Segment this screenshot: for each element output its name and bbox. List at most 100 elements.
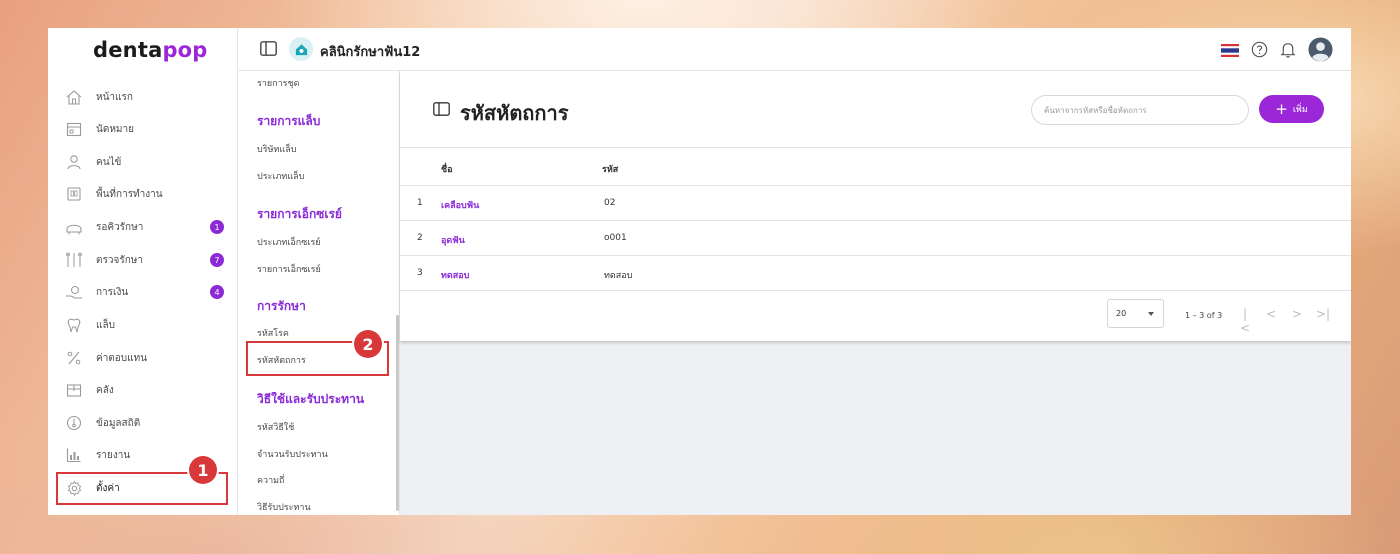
sidebar-item-label: คนไข้ — [96, 156, 122, 168]
procedure-code: 02 — [604, 198, 616, 208]
sidebar-toggle-icon[interactable] — [260, 41, 277, 60]
sidebar-item-label: คลัง — [96, 384, 114, 396]
row-index: 1 — [417, 198, 423, 208]
row-index: 3 — [417, 268, 423, 278]
sidebar-item-label: พื้นที่การทำงาน — [96, 188, 163, 200]
submenu-item-xray-type[interactable]: ประเภทเอ็กซเรย์ — [257, 235, 321, 249]
add-button-label: เพิ่ม — [1292, 105, 1308, 115]
sidebar-item-queue[interactable]: รอคิวรักษา 1 — [64, 213, 224, 241]
sidebar-item-label: แล็บ — [96, 319, 115, 331]
sidebar-item-workspace[interactable]: พื้นที่การทำงาน — [64, 180, 224, 208]
help-icon[interactable] — [1251, 41, 1268, 62]
logo-accent-text: pop — [162, 38, 208, 62]
procedure-name-link[interactable]: อุดฟัน — [441, 233, 465, 247]
dental-chair-icon — [64, 217, 84, 237]
report-icon — [64, 445, 84, 465]
statistics-icon — [64, 413, 84, 433]
sidebar-item-label: นัดหมาย — [96, 123, 134, 135]
sidebar-item-patients[interactable]: คนไข้ — [64, 148, 224, 176]
pagination-nav: |< < > >| — [1238, 307, 1330, 335]
sidebar-item-label: ข้อมูลสถิติ — [96, 417, 141, 429]
submenu-item-xray-list[interactable]: รายการเอ็กซเรย์ — [257, 262, 321, 276]
app-logo[interactable]: dentapop — [93, 38, 208, 62]
submenu-item-disease-codes[interactable]: รหัสโรค — [257, 326, 289, 340]
submenu-item-usage-codes[interactable]: รหัสวิธีใช้ — [257, 420, 294, 434]
procedure-code: o001 — [604, 233, 627, 243]
sidebar-item-label: ตรวจรักษา — [96, 254, 143, 266]
step-badge-1: 1 — [189, 456, 217, 484]
table-header: ชื่อ รหัส — [400, 147, 1351, 186]
next-page-icon[interactable]: > — [1290, 307, 1304, 335]
sidebar-item-label: การเงิน — [96, 286, 129, 298]
page-size-select[interactable]: 20 — [1107, 299, 1164, 328]
sidebar-item-label: รายงาน — [96, 449, 131, 461]
dental-tools-icon — [64, 250, 84, 270]
panel-icon — [433, 101, 450, 120]
table-row[interactable]: 3 ทดสอบ ทดสอบ — [400, 256, 1351, 291]
avatar[interactable] — [1308, 37, 1333, 66]
row-index: 2 — [417, 233, 423, 243]
sidebar-item-label: ค่าตอบแทน — [96, 352, 148, 364]
add-button[interactable]: + เพิ่ม — [1259, 95, 1324, 123]
first-page-icon[interactable]: |< — [1238, 307, 1252, 335]
sidebar-item-examination[interactable]: ตรวจรักษา 7 — [64, 246, 224, 274]
count-badge: 4 — [210, 285, 224, 299]
sidebar-item-statistics[interactable]: ข้อมูลสถิติ — [64, 409, 224, 437]
payment-icon — [64, 282, 84, 302]
submenu-heading-treatment: การรักษา — [257, 299, 306, 313]
procedure-name-link[interactable]: เคลือบฟัน — [441, 198, 479, 212]
sidebar-item-appointments[interactable]: นัดหมาย — [64, 115, 224, 143]
sidebar-item-inventory[interactable]: คลัง — [64, 376, 224, 404]
thai-flag-icon[interactable] — [1221, 42, 1239, 61]
submenu-item-lab-type[interactable]: ประเภทแล็บ — [257, 169, 304, 183]
sidebar-item-home[interactable]: หน้าแรก — [64, 83, 224, 111]
table-row[interactable]: 2 อุดฟัน o001 — [400, 221, 1351, 256]
home-icon — [64, 87, 84, 107]
submenu-heading-lab: รายการแล็บ — [257, 114, 321, 128]
main-content: รหัสหัตถการ + เพิ่ม ชื่อ รหัส 1 เคลือบฟัน… — [400, 71, 1351, 515]
submenu-item-intake-method[interactable]: วิธีรับประทาน — [257, 500, 311, 514]
sidebar-item-lab[interactable]: แล็บ — [64, 311, 224, 339]
submenu-item-sets[interactable]: รายการชุด — [257, 76, 299, 90]
sidebar-item-label: หน้าแรก — [96, 91, 133, 103]
submenu-item-frequency[interactable]: ความถี่ — [257, 473, 285, 487]
search-input[interactable] — [1031, 95, 1249, 125]
column-header-code[interactable]: รหัส — [602, 162, 618, 176]
sidebar-item-finance[interactable]: การเงิน 4 — [64, 278, 224, 306]
previous-page-icon[interactable]: < — [1264, 307, 1278, 335]
procedure-codes-card: รหัสหัตถการ + เพิ่ม ชื่อ รหัส 1 เคลือบฟัน… — [400, 71, 1351, 341]
percent-icon — [64, 348, 84, 368]
user-icon — [64, 152, 84, 172]
page-size-value: 20 — [1116, 309, 1127, 318]
workspace-icon — [64, 184, 84, 204]
count-badge: 1 — [210, 220, 224, 234]
chevron-down-icon — [1148, 312, 1154, 316]
settings-submenu: รายการชุด รายการแล็บ บริษัทแล็บ ประเภทแล… — [238, 71, 400, 515]
inventory-icon — [64, 380, 84, 400]
app-window: dentapop หน้าแรก นัดหมาย คนไข้ พื้นที่กา… — [48, 28, 1351, 515]
count-badge: 7 — [210, 253, 224, 267]
sidebar: dentapop หน้าแรก นัดหมาย คนไข้ พื้นที่กา… — [48, 28, 238, 515]
logo-text: denta — [93, 38, 163, 62]
submenu-heading-xray: รายการเอ็กซเรย์ — [257, 207, 342, 221]
calendar-icon — [64, 119, 84, 139]
submenu-item-lab-company[interactable]: บริษัทแล็บ — [257, 142, 296, 156]
procedure-name-link[interactable]: ทดสอบ — [441, 268, 469, 282]
last-page-icon[interactable]: >| — [1316, 307, 1330, 335]
notification-bell-icon[interactable] — [1280, 41, 1296, 62]
column-header-name[interactable]: ชื่อ — [441, 162, 453, 176]
page-title: รหัสหัตถการ — [460, 101, 569, 125]
plus-icon: + — [1275, 99, 1288, 118]
sidebar-item-compensation[interactable]: ค่าตอบแทน — [64, 344, 224, 372]
submenu-heading-drug-usage: วิธีใช้และรับประทาน — [257, 392, 365, 406]
procedure-code: ทดสอบ — [604, 271, 633, 281]
tooth-icon — [64, 315, 84, 335]
clinic-home-icon — [289, 37, 313, 61]
submenu-scrollbar[interactable] — [396, 315, 399, 511]
top-bar: คลินิกรักษาฟัน12 — [238, 28, 1351, 71]
header-actions — [1221, 37, 1333, 66]
submenu-item-dosage-amount[interactable]: จำนวนรับประทาน — [257, 447, 328, 461]
table-row[interactable]: 1 เคลือบฟัน 02 — [400, 186, 1351, 221]
clinic-name[interactable]: คลินิกรักษาฟัน12 — [320, 41, 420, 62]
sidebar-item-label: รอคิวรักษา — [96, 221, 144, 233]
